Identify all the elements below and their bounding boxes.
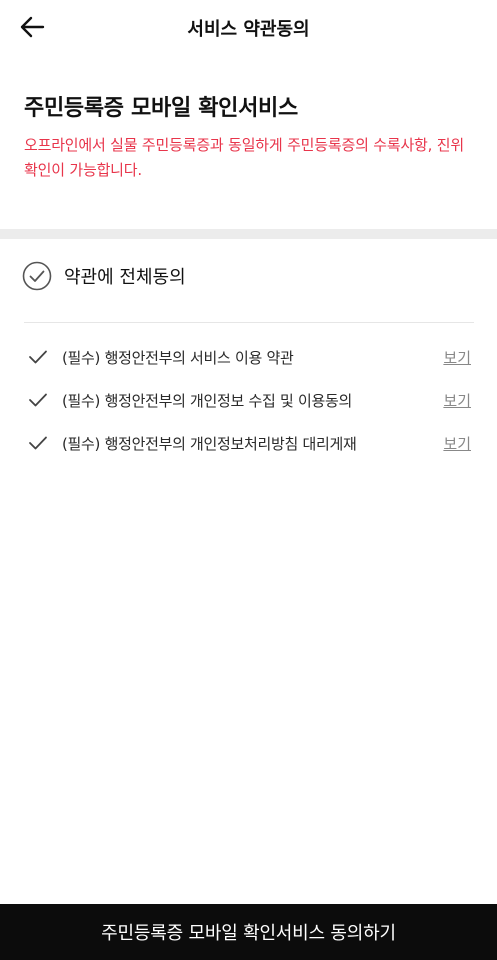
agree-all-checkbox[interactable]: 약관에 전체동의 [22,260,186,292]
view-link[interactable]: 보기 [443,347,471,368]
section-divider [0,229,497,239]
check-icon[interactable] [28,392,48,408]
check-icon[interactable] [28,349,48,365]
term-row: (필수) 행정안전부의 개인정보처리방침 대리게재 보기 [0,422,497,465]
agree-submit-button[interactable]: 주민등록증 모바일 확인서비스 동의하기 [0,904,497,960]
terms-list: (필수) 행정안전부의 서비스 이용 약관 보기 (필수) 행정안전부의 개인정… [0,336,497,465]
view-link[interactable]: 보기 [443,390,471,411]
check-icon[interactable] [28,435,48,451]
term-label: (필수) 행정안전부의 개인정보처리방침 대리게재 [62,435,357,453]
term-row: (필수) 행정안전부의 개인정보 수집 및 이용동의 보기 [0,379,497,422]
service-title: 주민등록증 모바일 확인서비스 [24,96,298,121]
term-label: (필수) 행정안전부의 개인정보 수집 및 이용동의 [62,392,352,410]
service-description: 오프라인에서 실물 주민등록증과 동일하게 주민등록증의 수록사항, 진위확인이… [24,136,464,179]
circle-check-icon [22,261,52,291]
term-row: (필수) 행정안전부의 서비스 이용 약관 보기 [0,336,497,379]
agree-all-label: 약관에 전체동의 [64,267,186,288]
page-title: 서비스 약관동의 [187,19,310,40]
view-link[interactable]: 보기 [443,433,471,454]
term-label: (필수) 행정안전부의 서비스 이용 약관 [62,349,294,367]
divider [24,322,474,323]
top-bar: 서비스 약관동의 [0,0,497,54]
